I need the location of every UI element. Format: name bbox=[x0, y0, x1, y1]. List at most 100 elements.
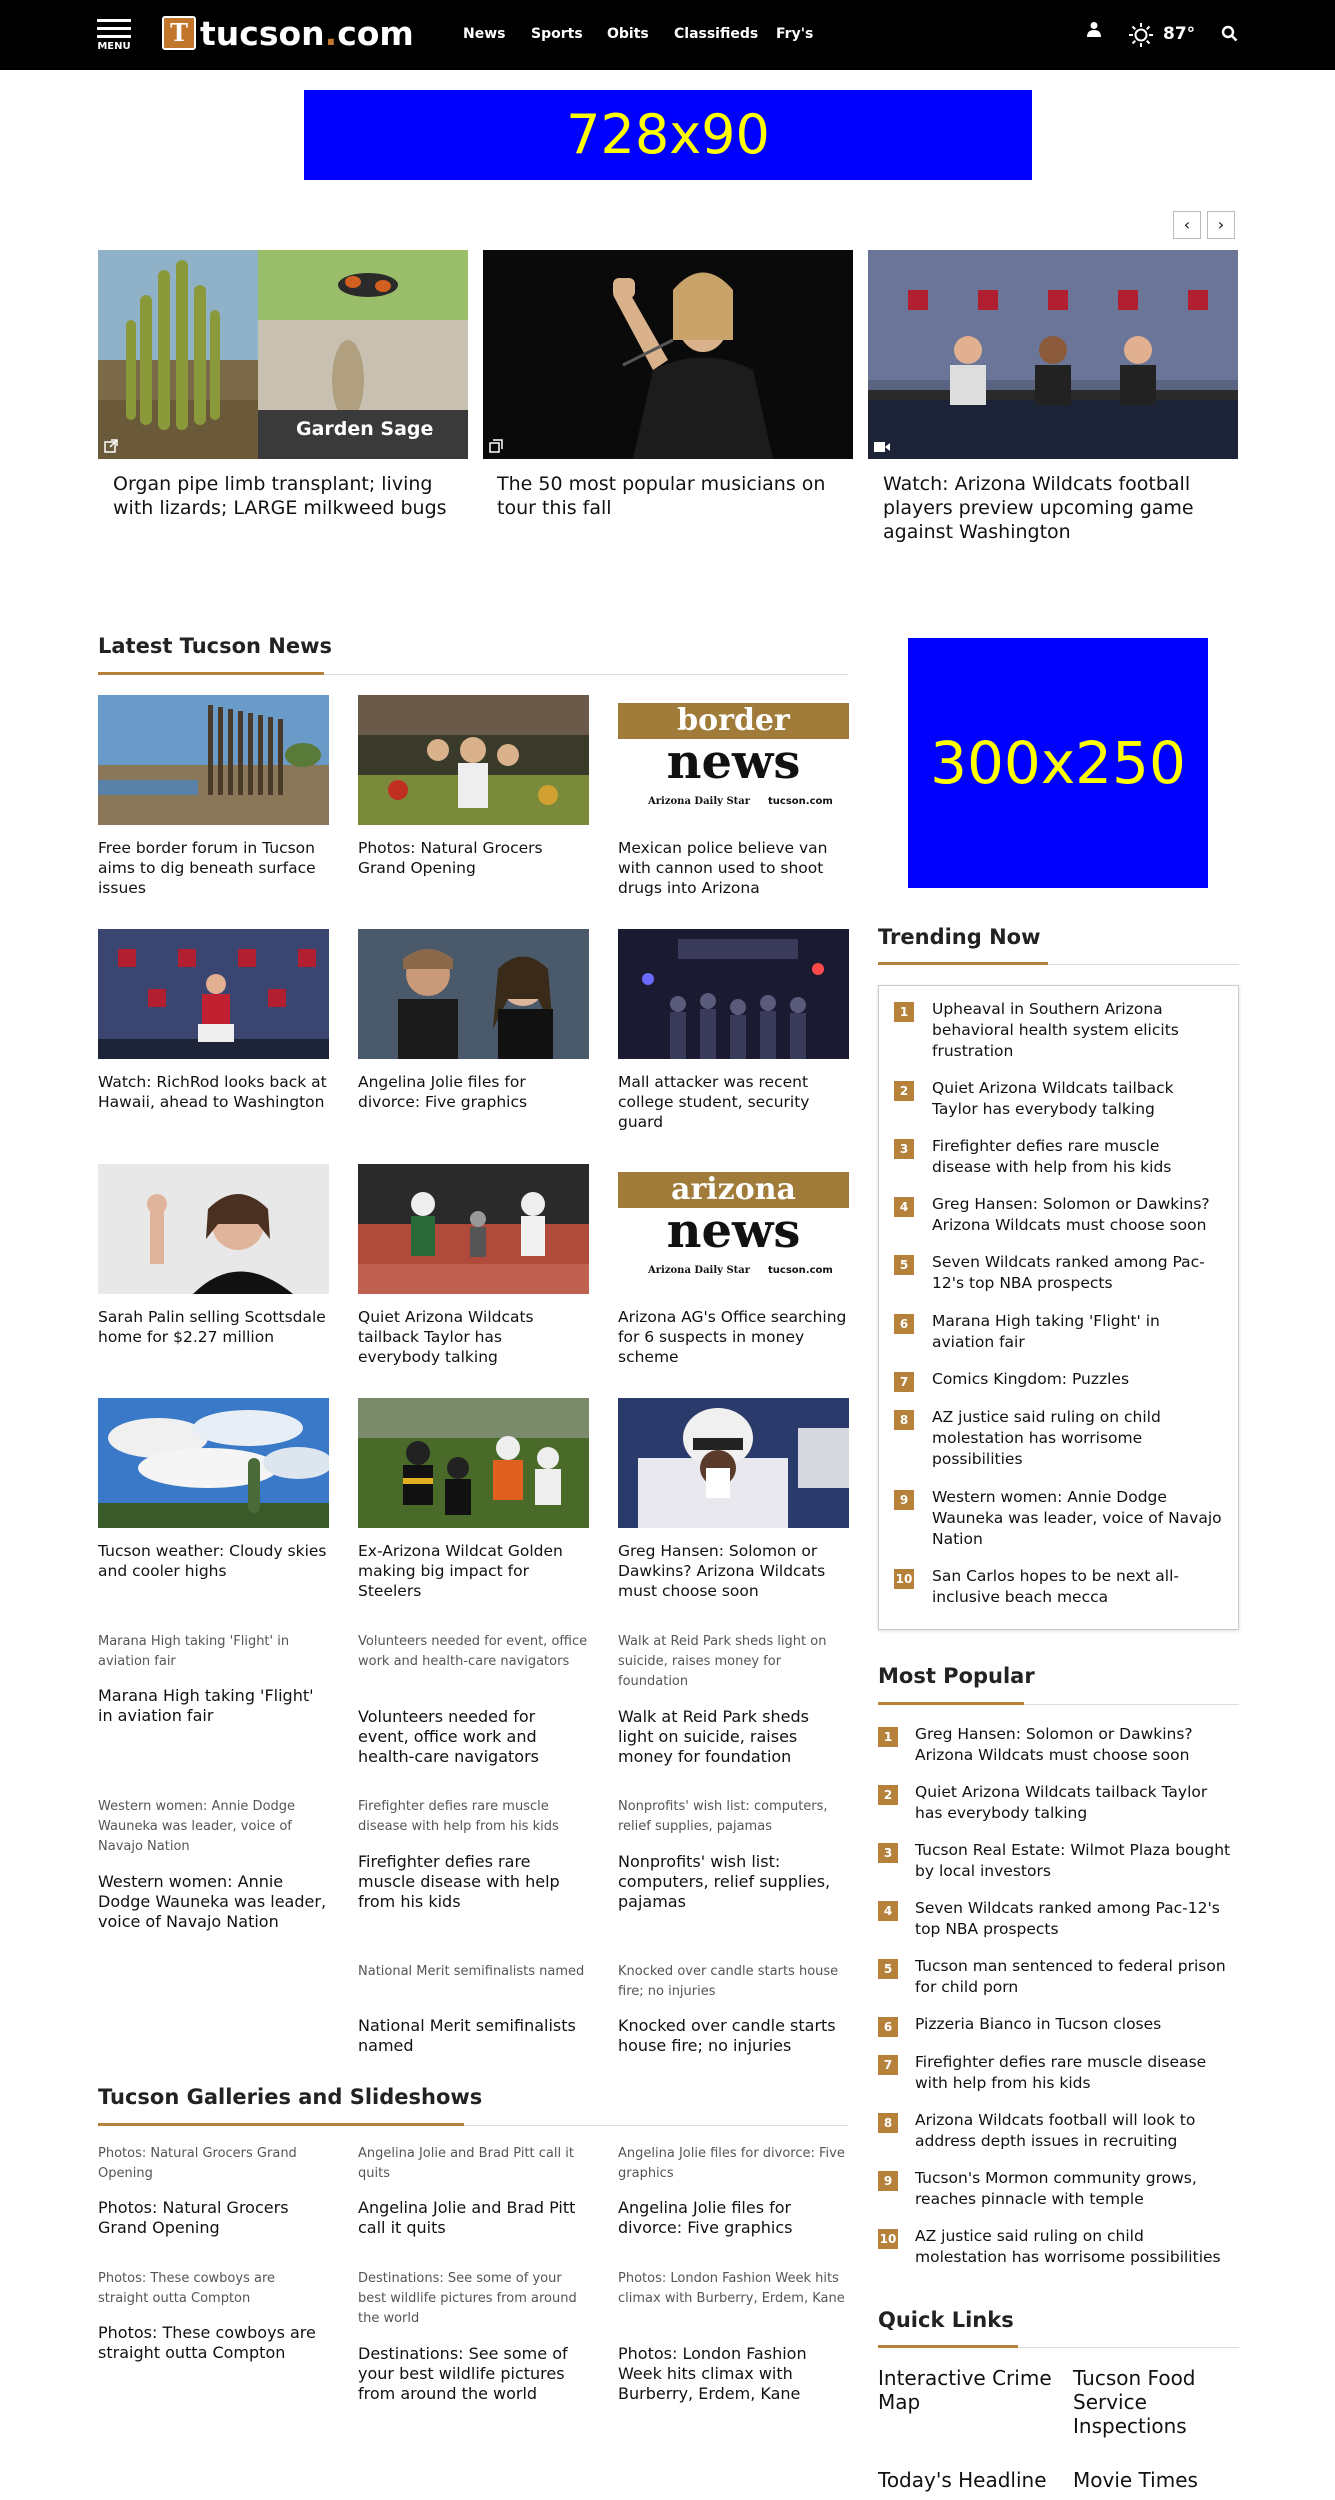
featured-caption-wildcats[interactable]: Watch: Arizona Wildcats football players… bbox=[883, 472, 1223, 544]
story-caption[interactable]: Mall attacker was recent college student… bbox=[618, 1072, 849, 1132]
trending-item[interactable]: Greg Hansen: Solomon or Dawkins? Arizona… bbox=[932, 1194, 1222, 1236]
popular-item[interactable]: Seven Wildcats ranked among Pac-12's top… bbox=[915, 1898, 1235, 1940]
story-caption[interactable]: Quiet Arizona Wildcats tailback Taylor h… bbox=[358, 1307, 589, 1367]
story-thumbnail[interactable]: arizona news Arizona Daily Star tucson.c… bbox=[618, 1164, 849, 1294]
featured-caption-nature[interactable]: Organ pipe limb transplant; living with … bbox=[113, 472, 463, 520]
trending-item[interactable]: Western women: Annie Dodge Wauneka was l… bbox=[932, 1487, 1222, 1550]
nav-link-obits[interactable]: Obits bbox=[607, 24, 649, 44]
story-thumbnail[interactable] bbox=[358, 1398, 589, 1528]
popular-item[interactable]: Tucson Real Estate: Wilmot Plaza bought … bbox=[915, 1840, 1235, 1882]
story-caption[interactable]: Angelina Jolie files for divorce: Five g… bbox=[358, 1072, 589, 1112]
nav-link-frys[interactable]: Fry's bbox=[776, 24, 813, 44]
story-caption[interactable]: Free border forum in Tucson aims to dig … bbox=[98, 838, 329, 898]
trending-item[interactable]: AZ justice said ruling on child molestat… bbox=[932, 1407, 1222, 1470]
rank-number: 2 bbox=[878, 1785, 898, 1805]
quick-link[interactable]: Interactive Crime Map bbox=[878, 2366, 1053, 2414]
story-kicker: Marana High taking 'Flight' in aviation … bbox=[98, 1634, 290, 1669]
user-icon[interactable] bbox=[1087, 21, 1101, 37]
featured-image-nature[interactable]: Garden Sage bbox=[98, 250, 468, 459]
gallery-headline[interactable]: Destinations: See some of your best wild… bbox=[358, 2344, 589, 2404]
story-caption[interactable]: Ex-Arizona Wildcat Golden making big imp… bbox=[358, 1541, 589, 1601]
story-caption[interactable]: Tucson weather: Cloudy skies and cooler … bbox=[98, 1541, 329, 1581]
nav-link-classifieds[interactable]: Classifieds bbox=[674, 24, 758, 44]
featured-caption-musicians[interactable]: The 50 most popular musicians on tour th… bbox=[497, 472, 847, 520]
story-kicker: National Merit semifinalists named bbox=[358, 1964, 585, 1979]
rank-number: 6 bbox=[878, 2017, 898, 2037]
story-thumbnail[interactable] bbox=[358, 1164, 589, 1294]
rank-number: 9 bbox=[878, 2171, 898, 2191]
site-name: tucson.com bbox=[768, 1265, 833, 1276]
story-caption[interactable]: Mexican police believe van with cannon u… bbox=[618, 838, 849, 898]
nav-link-news[interactable]: News bbox=[463, 24, 505, 44]
story-thumbnail[interactable] bbox=[98, 1164, 329, 1294]
story-headline[interactable]: National Merit semifinalists named bbox=[358, 2016, 589, 2056]
logo-tld: com bbox=[337, 14, 414, 53]
popular-item[interactable]: Tucson man sentenced to federal prison f… bbox=[915, 1956, 1235, 1998]
trending-item[interactable]: San Carlos hopes to be next all-inclusiv… bbox=[932, 1566, 1222, 1608]
gallery-headline[interactable]: Photos: Natural Grocers Grand Opening bbox=[98, 2198, 329, 2238]
leaderboard-ad[interactable]: 728x90 bbox=[304, 90, 1032, 180]
galleries-heading: Tucson Galleries and Slideshows bbox=[98, 2085, 483, 2109]
rank-number: 6 bbox=[894, 1314, 914, 1334]
gallery-headline[interactable]: Angelina Jolie files for divorce: Five g… bbox=[618, 2198, 849, 2238]
popular-item[interactable]: Pizzeria Bianco in Tucson closes bbox=[915, 2014, 1235, 2035]
story-caption[interactable]: Greg Hansen: Solomon or Dawkins? Arizona… bbox=[618, 1541, 849, 1601]
gallery-headline[interactable]: Photos: London Fashion Week hits climax … bbox=[618, 2344, 849, 2404]
gallery-headline[interactable]: Angelina Jolie and Brad Pitt call it qui… bbox=[358, 2198, 589, 2238]
story-thumbnail[interactable] bbox=[98, 1398, 329, 1528]
trending-item[interactable]: Seven Wildcats ranked among Pac-12's top… bbox=[932, 1252, 1222, 1294]
hamburger-bar bbox=[97, 35, 131, 38]
border-news-logo-bottom: news bbox=[666, 734, 801, 790]
story-caption[interactable]: Watch: RichRod looks back at Hawaii, ahe… bbox=[98, 1072, 329, 1112]
trending-item[interactable]: Marana High taking 'Flight' in aviation … bbox=[932, 1311, 1222, 1353]
sun-icon bbox=[1128, 22, 1154, 48]
story-headline[interactable]: Walk at Reid Park sheds light on suicide… bbox=[618, 1707, 849, 1767]
rectangle-ad[interactable]: 300x250 bbox=[908, 638, 1208, 888]
search-icon[interactable] bbox=[1221, 25, 1238, 42]
story-thumbnail[interactable] bbox=[358, 929, 589, 1059]
trending-item[interactable]: Comics Kingdom: Puzzles bbox=[932, 1369, 1222, 1390]
story-caption[interactable]: Photos: Natural Grocers Grand Opening bbox=[358, 838, 589, 878]
quick-link[interactable]: Movie Times bbox=[1073, 2468, 1233, 2492]
featured-image-musicians[interactable] bbox=[483, 250, 853, 459]
popular-item[interactable]: Firefighter defies rare muscle disease w… bbox=[915, 2052, 1235, 2094]
story-headline[interactable]: Firefighter defies rare muscle disease w… bbox=[358, 1852, 589, 1912]
story-thumbnail[interactable] bbox=[618, 929, 849, 1059]
story-caption[interactable]: Arizona AG's Office searching for 6 susp… bbox=[618, 1307, 849, 1367]
popular-item[interactable]: AZ justice said ruling on child molestat… bbox=[915, 2226, 1235, 2268]
popular-item[interactable]: Quiet Arizona Wildcats tailback Taylor h… bbox=[915, 1782, 1235, 1824]
story-kicker: Knocked over candle starts house fire; n… bbox=[618, 1964, 839, 1999]
carousel-prev-button[interactable]: ‹ bbox=[1173, 211, 1201, 239]
trending-item[interactable]: Upheaval in Southern Arizona behavioral … bbox=[932, 999, 1222, 1062]
section-accent bbox=[878, 1702, 1024, 1705]
story-thumbnail[interactable] bbox=[618, 1398, 849, 1528]
carousel-next-button[interactable]: › bbox=[1207, 211, 1235, 239]
story-headline[interactable]: Knocked over candle starts house fire; n… bbox=[618, 2016, 849, 2056]
rank-number: 10 bbox=[878, 2229, 898, 2249]
nav-link-sports[interactable]: Sports bbox=[531, 24, 583, 44]
site-logo[interactable]: Ttucson.com bbox=[162, 16, 414, 52]
popular-item[interactable]: Arizona Wildcats football will look to a… bbox=[915, 2110, 1235, 2152]
story-headline[interactable]: Western women: Annie Dodge Wauneka was l… bbox=[98, 1872, 329, 1932]
story-headline[interactable]: Marana High taking 'Flight' in aviation … bbox=[98, 1686, 329, 1726]
story-headline[interactable]: Nonprofits' wish list: computers, relief… bbox=[618, 1852, 849, 1912]
popular-item[interactable]: Tucson's Mormon community grows, reaches… bbox=[915, 2168, 1235, 2210]
quick-link[interactable]: Today's Headline bbox=[878, 2468, 1053, 2492]
rank-number: 8 bbox=[878, 2113, 898, 2133]
story-thumbnail[interactable]: border news Arizona Daily Star tucson.co… bbox=[618, 695, 849, 825]
trending-item[interactable]: Firefighter defies rare muscle disease w… bbox=[932, 1136, 1222, 1178]
story-caption[interactable]: Sarah Palin selling Scottsdale home for … bbox=[98, 1307, 329, 1347]
story-thumbnail[interactable] bbox=[98, 695, 329, 825]
popular-item[interactable]: Greg Hansen: Solomon or Dawkins? Arizona… bbox=[915, 1724, 1235, 1766]
story-headline[interactable]: Volunteers needed for event, office work… bbox=[358, 1707, 589, 1767]
arizona-news-logo-bottom: news bbox=[666, 1203, 801, 1259]
temperature[interactable]: 87° bbox=[1163, 24, 1195, 44]
story-thumbnail[interactable] bbox=[98, 929, 329, 1059]
gallery-icon bbox=[489, 439, 503, 453]
trending-item[interactable]: Quiet Arizona Wildcats tailback Taylor h… bbox=[932, 1078, 1222, 1120]
quick-link[interactable]: Tucson Food Service Inspections bbox=[1073, 2366, 1233, 2438]
story-thumbnail[interactable] bbox=[358, 695, 589, 825]
menu-button[interactable]: MENU bbox=[97, 19, 131, 52]
featured-image-wildcats[interactable] bbox=[868, 250, 1238, 459]
gallery-headline[interactable]: Photos: These cowboys are straight outta… bbox=[98, 2323, 329, 2363]
